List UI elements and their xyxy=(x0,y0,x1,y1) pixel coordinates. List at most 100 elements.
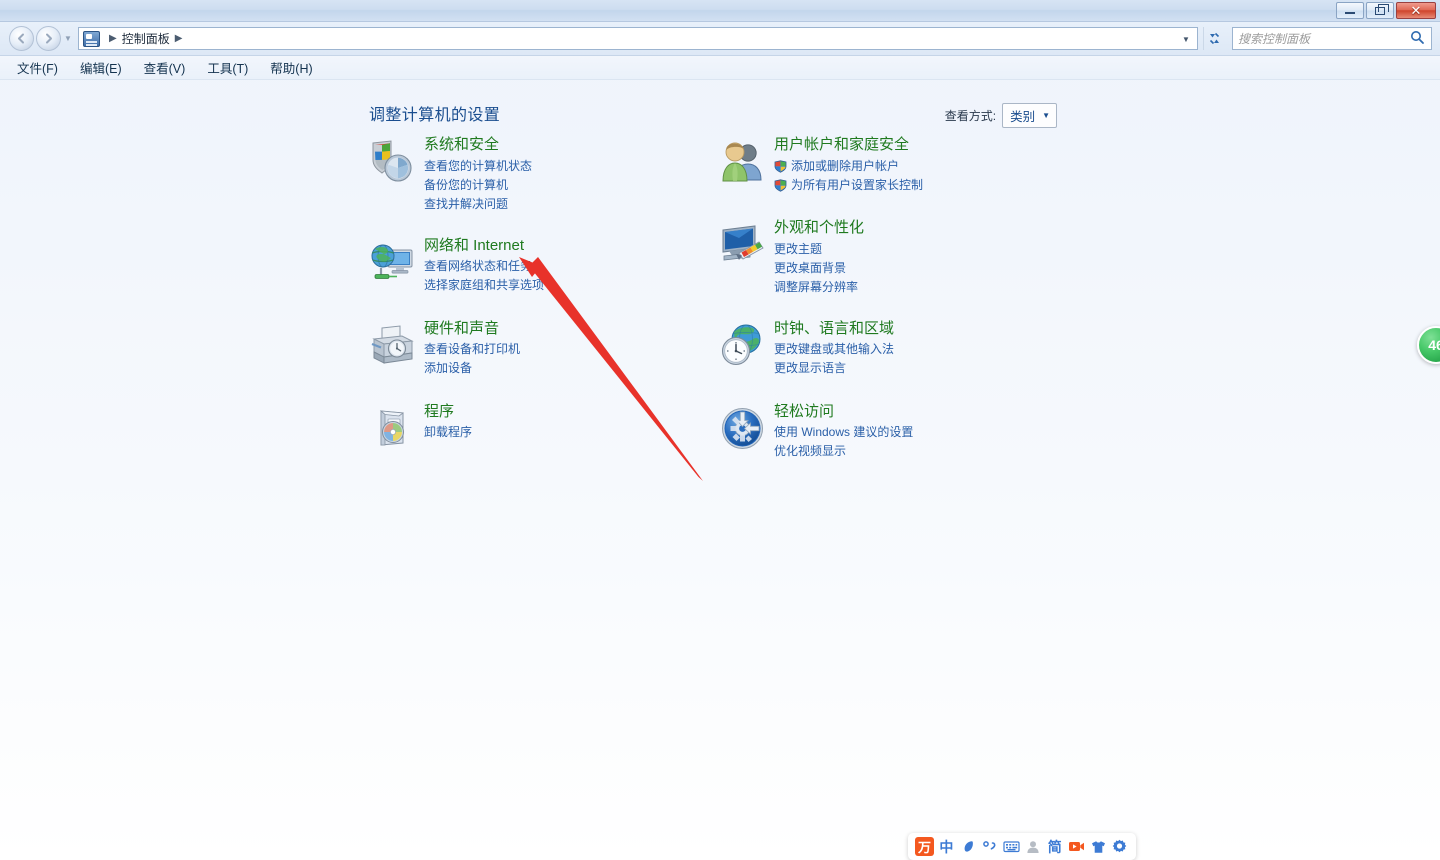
soft-keyboard-icon[interactable] xyxy=(1002,836,1021,857)
uac-shield-icon xyxy=(774,178,787,192)
category-title-link[interactable]: 系统和安全 xyxy=(424,136,499,154)
category-sublink[interactable]: 更改桌面背景 xyxy=(774,259,1049,278)
forward-button[interactable] xyxy=(36,26,61,51)
breadcrumb-separator-2[interactable]: ▶ xyxy=(170,33,188,44)
view-by-value: 类别 xyxy=(1010,110,1036,124)
appearance-monitor-icon xyxy=(719,221,766,268)
minimize-button[interactable] xyxy=(1336,2,1364,19)
menu-edit[interactable]: 编辑(E) xyxy=(71,55,131,80)
chevron-down-icon: ▼ xyxy=(1042,111,1050,120)
screen-record-icon[interactable] xyxy=(1067,836,1086,857)
category-sublink[interactable]: 更改键盘或其他输入法 xyxy=(774,340,1049,359)
control-panel-icon xyxy=(83,30,100,47)
category-ease-of-access: 轻松访问 使用 Windows 建议的设置 优化视频显示 xyxy=(719,403,1049,463)
sogou-logo-icon[interactable]: 万 xyxy=(915,836,934,857)
close-icon: ✕ xyxy=(1410,3,1422,18)
user-icon[interactable] xyxy=(1024,836,1043,857)
category-sublink[interactable]: 添加设备 xyxy=(424,359,699,378)
chevron-down-icon: ▼ xyxy=(64,34,72,43)
category-sublink[interactable]: 选择家庭组和共享选项 xyxy=(424,276,699,295)
restore-icon xyxy=(1375,3,1389,15)
search-box[interactable]: 搜索控制面板 xyxy=(1232,27,1432,50)
breadcrumb-separator-1: ▶ xyxy=(109,33,117,44)
minimize-icon xyxy=(1345,12,1355,14)
category-user-accounts-and-family-safety: 用户帐户和家庭安全 添加或删除用户帐户 为所有用户设置家长控制 xyxy=(719,136,1049,196)
right-category-column: 用户帐户和家庭安全 添加或删除用户帐户 为所有用户设置家长控制 外观和个性化 更… xyxy=(719,136,1049,486)
forward-arrow-icon xyxy=(46,33,52,44)
content-area: 调整计算机的设置 查看方式: 类别 ▼ 系统和安全 查看您的计算机状态 备份您的… xyxy=(0,81,1440,860)
clock-globe-icon xyxy=(719,322,766,369)
programs-cd-icon xyxy=(369,405,416,452)
category-sublink[interactable]: 卸载程序 xyxy=(424,423,699,442)
category-appearance-and-personalization: 外观和个性化 更改主题 更改桌面背景 调整屏幕分辨率 xyxy=(719,219,1049,297)
settings-gear-icon[interactable] xyxy=(1110,836,1129,857)
category-title-link[interactable]: 程序 xyxy=(424,403,454,421)
control-panel-window: ✕ ▼ ▶ 控制面板 ▶ ▼ 搜索控制面板 文件(F) 编辑(E) 查看(V) … xyxy=(0,0,1440,860)
back-button[interactable] xyxy=(9,26,34,51)
simplified-chinese-icon[interactable]: 简 xyxy=(1045,836,1064,857)
view-by-label: 查看方式: xyxy=(944,109,997,123)
category-sublink[interactable]: 查看网络状态和任务 xyxy=(424,257,699,276)
printer-hardware-icon xyxy=(369,322,416,369)
sogou-logo-glyph: 万 xyxy=(915,837,934,856)
category-clock-language-and-region: 时钟、语言和区域 更改键盘或其他输入法 更改显示语言 xyxy=(719,320,1049,380)
category-title-link[interactable]: 用户帐户和家庭安全 xyxy=(774,136,909,154)
address-dropdown-button[interactable]: ▼ xyxy=(1178,31,1194,47)
category-title-link[interactable]: 时钟、语言和区域 xyxy=(774,320,894,338)
category-sublink[interactable]: 使用 Windows 建议的设置 xyxy=(774,423,1049,442)
menu-file[interactable]: 文件(F) xyxy=(8,55,67,80)
category-sublink[interactable]: 为所有用户设置家长控制 xyxy=(774,176,1049,195)
chinese-mode-icon[interactable]: 中 xyxy=(937,836,956,857)
user-accounts-icon xyxy=(719,138,766,185)
left-category-column: 系统和安全 查看您的计算机状态 备份您的计算机 查找并解决问题 网络和 Inte… xyxy=(369,136,699,486)
ease-of-access-icon xyxy=(719,405,766,452)
category-title-link[interactable]: 外观和个性化 xyxy=(774,219,864,237)
sublink-text: 添加或删除用户帐户 xyxy=(791,158,900,173)
breadcrumb-item-control-panel[interactable]: 控制面板 xyxy=(122,30,170,47)
category-sublink[interactable]: 添加或删除用户帐户 xyxy=(774,157,1049,176)
skin-shirt-icon[interactable] xyxy=(1089,836,1108,857)
category-hardware-and-sound: 硬件和声音 查看设备和打印机 添加设备 xyxy=(369,320,699,380)
sublink-text: 为所有用户设置家长控制 xyxy=(791,177,924,192)
page-title: 调整计算机的设置 xyxy=(369,107,501,124)
category-title-link[interactable]: 轻松访问 xyxy=(774,403,834,421)
category-sublink[interactable]: 调整屏幕分辨率 xyxy=(774,278,1049,297)
category-title-link[interactable]: 硬件和声音 xyxy=(424,320,499,338)
ime-toolbar: 万 中 简 xyxy=(908,833,1136,860)
category-sublink[interactable]: 查找并解决问题 xyxy=(424,195,699,214)
punctuation-icon[interactable] xyxy=(980,836,999,857)
moon-icon[interactable] xyxy=(959,836,978,857)
window-controls: ✕ xyxy=(1336,2,1436,19)
category-sublink[interactable]: 备份您的计算机 xyxy=(424,176,699,195)
view-by-select[interactable]: 类别 ▼ xyxy=(1002,103,1057,128)
security-shield-icon xyxy=(369,138,416,185)
category-sublink[interactable]: 更改显示语言 xyxy=(774,359,1049,378)
restore-button[interactable] xyxy=(1366,2,1394,19)
menu-tools[interactable]: 工具(T) xyxy=(198,55,257,80)
network-globe-icon xyxy=(369,239,416,286)
category-sublink[interactable]: 查看设备和打印机 xyxy=(424,340,699,359)
refresh-button[interactable] xyxy=(1203,27,1225,50)
address-toolbar: ▼ ▶ 控制面板 ▶ ▼ 搜索控制面板 xyxy=(0,22,1440,56)
category-title-link[interactable]: 网络和 Internet xyxy=(424,237,524,255)
search-icon xyxy=(1410,30,1425,48)
refresh-icon xyxy=(1209,32,1220,45)
window-titlebar: ✕ xyxy=(0,0,1440,22)
address-bar[interactable]: ▶ 控制面板 ▶ ▼ xyxy=(78,27,1198,50)
category-sublink[interactable]: 更改主题 xyxy=(774,240,1049,259)
category-network-and-internet: 网络和 Internet 查看网络状态和任务 选择家庭组和共享选项 xyxy=(369,237,699,297)
back-arrow-icon xyxy=(18,33,24,44)
view-by-control: 查看方式: 类别 ▼ xyxy=(945,103,1057,128)
badge-count: 46 xyxy=(1428,337,1440,353)
menu-view[interactable]: 查看(V) xyxy=(135,55,195,80)
uac-shield-icon xyxy=(774,159,787,173)
category-sublink[interactable]: 优化视频显示 xyxy=(774,442,1049,461)
history-dropdown-button[interactable]: ▼ xyxy=(62,26,74,51)
menubar: 文件(F) 编辑(E) 查看(V) 工具(T) 帮助(H) xyxy=(0,56,1440,80)
category-system-and-security: 系统和安全 查看您的计算机状态 备份您的计算机 查找并解决问题 xyxy=(369,136,699,214)
menu-help[interactable]: 帮助(H) xyxy=(261,55,321,80)
close-button[interactable]: ✕ xyxy=(1396,2,1436,19)
category-sublink[interactable]: 查看您的计算机状态 xyxy=(424,157,699,176)
category-programs: 程序 卸载程序 xyxy=(369,403,699,463)
search-input[interactable]: 搜索控制面板 xyxy=(1238,30,1310,47)
